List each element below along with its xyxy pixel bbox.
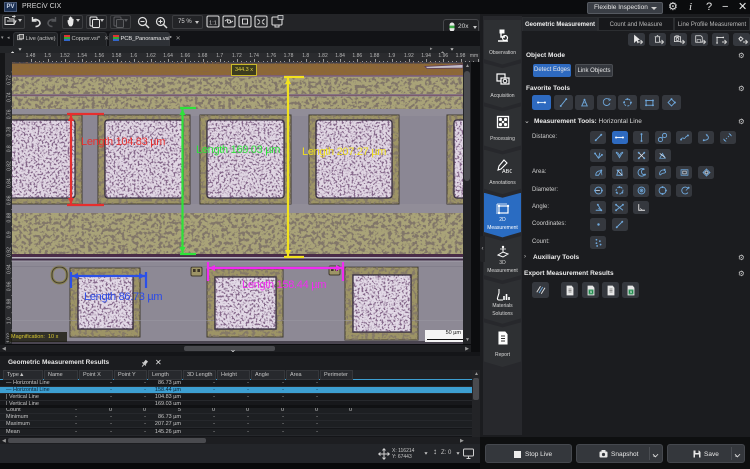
- svg-text:X: X: [589, 289, 592, 294]
- svg-text:ABC: ABC: [502, 169, 512, 174]
- svg-text:X: X: [629, 289, 632, 294]
